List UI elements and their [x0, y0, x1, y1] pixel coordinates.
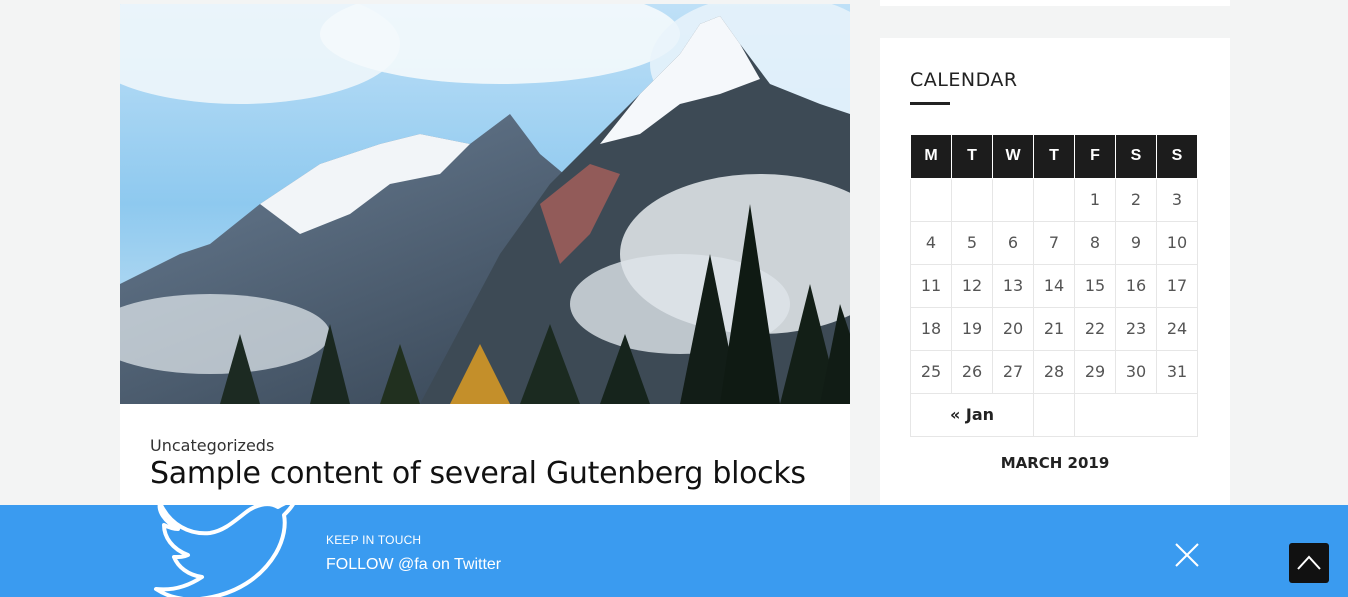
- weekday-header-row: M T W T F S S: [910, 135, 1198, 179]
- calendar-day-cell: 4: [910, 220, 952, 265]
- calendar-day-cell: 13: [992, 263, 1034, 308]
- post-featured-image[interactable]: [120, 4, 850, 404]
- calendar-day-cell: 14: [1033, 263, 1075, 308]
- calendar-next-month-empty: [1074, 392, 1198, 437]
- calendar-day-cell: 29: [1074, 349, 1116, 394]
- calendar-day-cell: 12: [951, 263, 993, 308]
- calendar-nav-row: « Jan: [910, 392, 1198, 437]
- calendar-day-cell: 15: [1074, 263, 1116, 308]
- weekday-header: S: [1115, 135, 1157, 179]
- calendar-day-cell: 11: [910, 263, 952, 308]
- scroll-to-top-button[interactable]: [1289, 543, 1329, 583]
- title-underline: [910, 102, 950, 105]
- weekday-header: T: [951, 135, 993, 179]
- calendar-widget: CALENDAR M T W T F S S 1 2 3 4 5 6 7 8 9…: [880, 38, 1230, 538]
- calendar-day-cell: 7: [1033, 220, 1075, 265]
- calendar-day-cell: 24: [1156, 306, 1198, 351]
- calendar-day-cell: 21: [1033, 306, 1075, 351]
- calendar-day-cell: 3: [1156, 177, 1198, 222]
- keep-in-touch-label: KEEP IN TOUCH: [326, 533, 422, 547]
- widget-title: CALENDAR: [910, 69, 1018, 91]
- calendar-day-cell: [992, 177, 1034, 222]
- calendar-day-cell: 5: [951, 220, 993, 265]
- calendar-table: M T W T F S S 1 2 3 4 5 6 7 8 9 10 11 12…: [910, 135, 1198, 437]
- twitter-follow-bar: KEEP IN TOUCH FOLLOW @fa on Twitter: [0, 505, 1348, 597]
- calendar-day-cell: 31: [1156, 349, 1198, 394]
- calendar-day-cell: 8: [1074, 220, 1116, 265]
- post-category[interactable]: Uncategorizeds: [150, 436, 274, 455]
- calendar-day-cell: 19: [951, 306, 993, 351]
- chevron-up-icon: [1297, 555, 1321, 570]
- calendar-week-row: 11 12 13 14 15 16 17: [910, 263, 1198, 308]
- calendar-day-cell: [910, 177, 952, 222]
- calendar-day-cell: 26: [951, 349, 993, 394]
- calendar-nav-pad: [1033, 392, 1075, 437]
- calendar-day-cell: 2: [1115, 177, 1157, 222]
- weekday-header: W: [992, 135, 1034, 179]
- calendar-day-cell: 1: [1074, 177, 1116, 222]
- post-card: Uncategorizeds Sample content of several…: [120, 4, 850, 524]
- calendar-caption: MARCH 2019: [1000, 454, 1110, 472]
- calendar-day-cell: [1033, 177, 1075, 222]
- calendar-week-row: 18 19 20 21 22 23 24: [910, 306, 1198, 351]
- follow-on-twitter-link[interactable]: FOLLOW @fa on Twitter: [326, 556, 501, 574]
- sidebar-widget-above: [880, 0, 1230, 6]
- calendar-day-cell: 22: [1074, 306, 1116, 351]
- page: Uncategorizeds Sample content of several…: [0, 0, 1348, 597]
- calendar-day-cell: 16: [1115, 263, 1157, 308]
- calendar-day-cell: 28: [1033, 349, 1075, 394]
- weekday-header: M: [910, 135, 952, 179]
- weekday-header: S: [1156, 135, 1198, 179]
- close-icon[interactable]: [1172, 540, 1202, 570]
- weekday-header: F: [1074, 135, 1116, 179]
- calendar-day-cell: 27: [992, 349, 1034, 394]
- calendar-day-cell: 30: [1115, 349, 1157, 394]
- calendar-day-cell: 6: [992, 220, 1034, 265]
- calendar-day-cell: 23: [1115, 306, 1157, 351]
- post-title[interactable]: Sample content of several Gutenberg bloc…: [150, 456, 806, 491]
- calendar-day-cell: 17: [1156, 263, 1198, 308]
- calendar-day-cell: [951, 177, 993, 222]
- calendar-day-cell: 10: [1156, 220, 1198, 265]
- weekday-header: T: [1033, 135, 1075, 179]
- calendar-day-cell: 18: [910, 306, 952, 351]
- calendar-day-cell: 9: [1115, 220, 1157, 265]
- calendar-day-cell: 25: [910, 349, 952, 394]
- calendar-week-row: 1 2 3: [910, 177, 1198, 222]
- twitter-bird-icon: [154, 505, 295, 597]
- calendar-day-cell: 20: [992, 306, 1034, 351]
- calendar-prev-month-link[interactable]: « Jan: [910, 392, 1034, 437]
- calendar-week-row: 25 26 27 28 29 30 31: [910, 349, 1198, 394]
- calendar-week-row: 4 5 6 7 8 9 10: [910, 220, 1198, 265]
